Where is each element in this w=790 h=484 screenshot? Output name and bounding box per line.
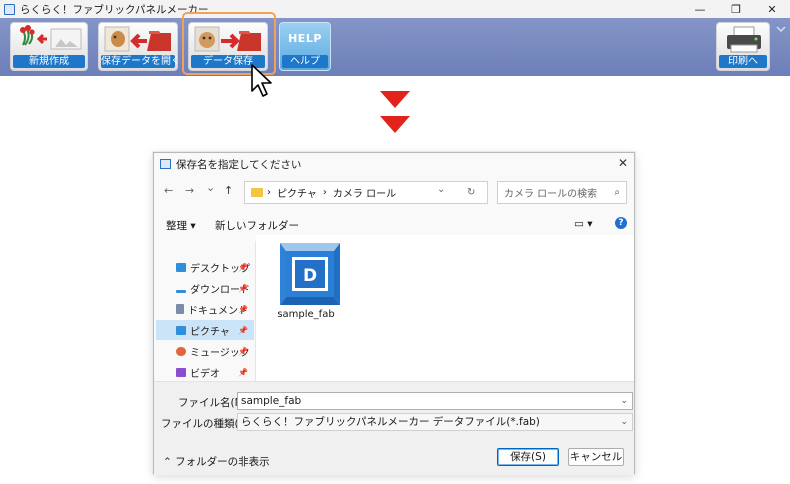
path-segment-camera-roll[interactable]: カメラ ロール xyxy=(333,185,396,200)
pin-icon: 📌 xyxy=(238,325,248,335)
filetype-value: らくらく！ファブリックパネルメーカー データファイル(*.fab) xyxy=(241,416,540,428)
new-folder-button[interactable]: 新しいフォルダー xyxy=(215,218,299,233)
pin-icon: 📌 xyxy=(238,367,248,377)
sidebar-item-label: ビデオ xyxy=(190,368,220,380)
arrow-down-icon xyxy=(380,116,410,133)
sidebar-item-music[interactable]: ミュージック 📌 xyxy=(156,341,254,361)
dialog-close-button[interactable]: ✕ xyxy=(618,156,628,170)
help-label: ヘルプ xyxy=(282,55,328,68)
desktop-icon xyxy=(176,262,186,272)
cancel-button[interactable]: キャンセル xyxy=(568,448,624,466)
sidebar-item-documents[interactable]: ドキュメント 📌 xyxy=(156,299,254,319)
chevron-down-icon xyxy=(776,26,786,33)
restore-button[interactable]: ❐ xyxy=(718,0,754,18)
cursor-icon xyxy=(251,64,272,97)
path-separator: › xyxy=(267,187,271,198)
dialog-footer: ファイル名(N): sample_fab ⌄ ファイルの種類(T): らくらく！… xyxy=(154,381,634,475)
filename-value: sample_fab xyxy=(241,395,302,407)
app-title: らくらく！ファブリックパネルメーカー xyxy=(20,3,209,16)
search-input[interactable]: カメラ ロールの検索 ⌕ xyxy=(497,181,627,204)
app-toolbar: 新規作成 保存データを開く データ保存 HELP ヘルプ 印刷へ xyxy=(0,18,790,76)
pin-icon: 📌 xyxy=(238,283,248,293)
video-icon xyxy=(176,367,186,377)
chevron-down-icon[interactable]: ⌄ xyxy=(620,414,628,430)
search-icon: ⌕ xyxy=(614,187,620,198)
navigation-pane: デスクトップ 📌 ダウンロード 📌 ドキュメント 📌 ピクチャ 📌 ミュージック… xyxy=(154,241,256,381)
organize-menu[interactable]: 整理 ▾ xyxy=(166,218,196,233)
pin-icon: 📌 xyxy=(238,304,248,314)
close-button[interactable]: ✕ xyxy=(754,0,790,18)
view-options-button[interactable]: ▭ ▾ xyxy=(574,218,593,230)
pin-icon: 📌 xyxy=(238,262,248,272)
new-button[interactable]: 新規作成 xyxy=(10,22,88,71)
path-dropdown[interactable]: ⌄ xyxy=(437,184,445,195)
back-button[interactable]: ← xyxy=(164,184,173,197)
help-button[interactable]: HELP ヘルプ xyxy=(279,22,331,71)
address-bar[interactable]: › ピクチャ › カメラ ロール ⌄ ↻ xyxy=(244,181,488,204)
save-dialog: 保存名を指定してください ✕ ← → ⌄ ↑ › ピクチャ › カメラ ロール … xyxy=(153,152,635,475)
document-icon xyxy=(176,304,184,314)
open-data-button[interactable]: 保存データを開く xyxy=(98,22,178,71)
file-name: sample_fab xyxy=(277,309,335,320)
hide-folders-toggle[interactable]: ⌃ フォルダーの非表示 xyxy=(163,454,270,469)
window-controls: — ❐ ✕ xyxy=(682,0,790,18)
sidebar-item-label: ピクチャ xyxy=(190,326,230,338)
minimize-button[interactable]: — xyxy=(682,0,718,18)
download-icon xyxy=(176,289,186,293)
sidebar-item-pictures[interactable]: ピクチャ 📌 xyxy=(156,320,254,340)
refresh-icon[interactable]: ↻ xyxy=(467,187,475,198)
path-separator: › xyxy=(322,187,327,198)
help-icon[interactable]: ? xyxy=(615,217,627,229)
file-list: D sample_fab xyxy=(256,235,634,381)
svg-text:D: D xyxy=(303,266,317,286)
file-item[interactable]: D sample_fab xyxy=(266,239,346,321)
pin-icon: 📌 xyxy=(238,346,248,356)
new-label: 新規作成 xyxy=(13,55,85,68)
pictures-icon xyxy=(176,325,186,335)
sidebar-item-videos[interactable]: ビデオ 📌 xyxy=(156,362,254,382)
print-label: 印刷へ xyxy=(719,55,767,68)
dialog-titlebar: 保存名を指定してください ✕ xyxy=(154,153,634,175)
app-icon xyxy=(4,3,15,15)
help-icon: HELP xyxy=(288,32,322,45)
dialog-icon xyxy=(160,159,171,169)
fab-file-icon: D xyxy=(280,243,340,305)
open-data-label: 保存データを開く xyxy=(101,55,178,68)
up-button[interactable]: ↑ xyxy=(224,184,233,197)
arrow-down-icon xyxy=(380,91,410,108)
dialog-title: 保存名を指定してください xyxy=(176,158,302,171)
print-button[interactable]: 印刷へ xyxy=(716,22,770,71)
open-data-icon xyxy=(104,26,171,52)
music-icon xyxy=(176,346,186,356)
printer-icon xyxy=(727,26,761,53)
path-segment-pictures[interactable]: ピクチャ xyxy=(277,185,317,200)
navigation-bar: ← → ⌄ ↑ › ピクチャ › カメラ ロール ⌄ ↻ カメラ ロールの検索 … xyxy=(154,179,634,205)
chevron-down-icon[interactable]: ⌄ xyxy=(620,393,628,409)
new-icon xyxy=(20,25,82,50)
search-placeholder: カメラ ロールの検索 xyxy=(504,189,598,200)
app-titlebar: らくらく！ファブリックパネルメーカー — ❐ ✕ xyxy=(0,0,790,18)
folder-icon xyxy=(251,188,263,197)
sidebar-item-desktop[interactable]: デスクトップ 📌 xyxy=(156,257,254,277)
save-button[interactable]: 保存(S) xyxy=(497,448,559,466)
forward-button[interactable]: → xyxy=(185,184,194,197)
command-bar: 整理 ▾ 新しいフォルダー ▭ ▾ ? xyxy=(154,213,634,235)
recent-locations-dropdown[interactable]: ⌄ xyxy=(206,181,215,194)
filetype-select[interactable]: らくらく！ファブリックパネルメーカー データファイル(*.fab) ⌄ xyxy=(237,413,633,431)
filename-input[interactable]: sample_fab ⌄ xyxy=(237,392,633,410)
sidebar-item-downloads[interactable]: ダウンロード 📌 xyxy=(156,278,254,298)
